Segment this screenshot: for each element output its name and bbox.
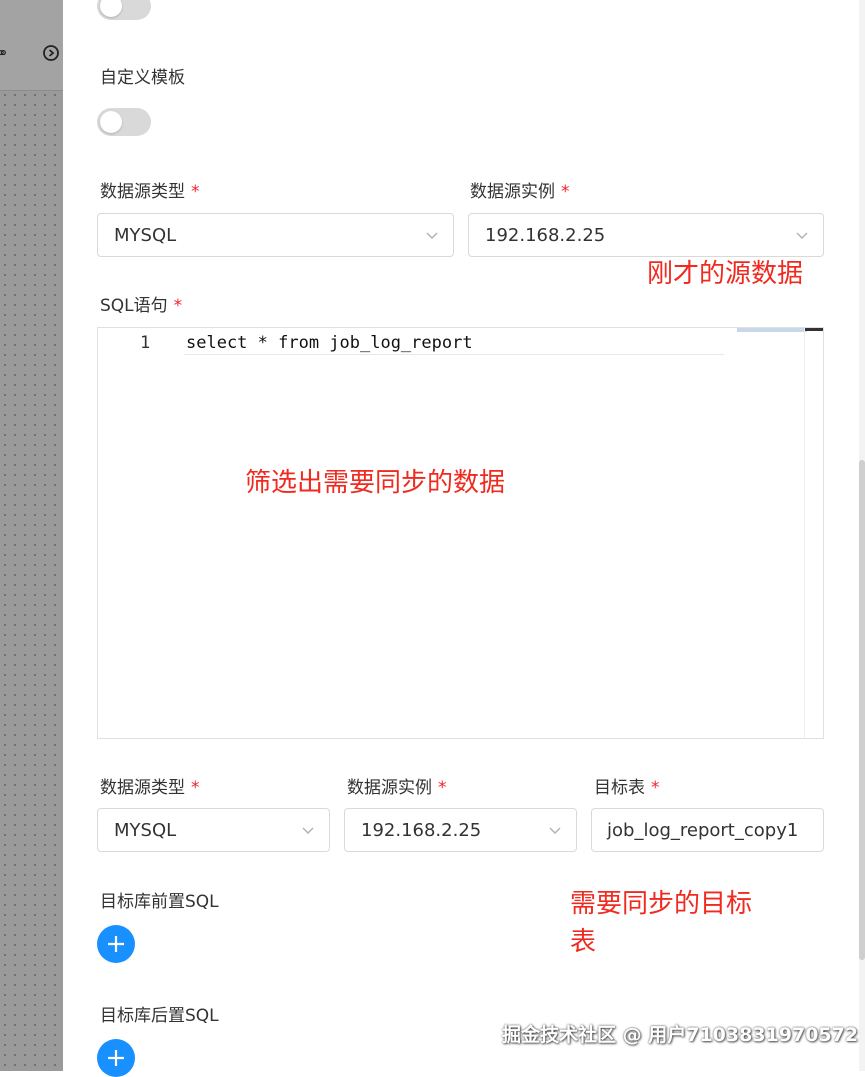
line-number: 1 — [140, 333, 151, 353]
source-instance-label: 数据源实例 * — [470, 182, 570, 202]
watermark-text: 掘金技术社区 @ 用户7103831970572 — [502, 1024, 859, 1046]
toggle-knob — [100, 111, 122, 133]
required-mark: * — [438, 778, 447, 798]
annotation-target-note-cont: 表 — [570, 927, 597, 957]
sql-editor[interactable]: 1 select * from job_log_report — [97, 327, 824, 739]
chevron-down-icon — [302, 827, 314, 834]
sql-code-line[interactable]: select * from job_log_report — [186, 333, 473, 353]
share-icon[interactable]: ⚭ — [0, 44, 9, 62]
add-post-sql-button[interactable] — [97, 1039, 135, 1077]
chevron-down-icon — [796, 232, 808, 239]
annotation-sql-note: 筛选出需要同步的数据 — [245, 468, 506, 498]
custom-template-toggle[interactable] — [97, 108, 151, 136]
editor-scroll-marker — [805, 328, 823, 331]
chevron-down-icon — [549, 827, 561, 834]
source-instance-value: 192.168.2.25 — [485, 225, 606, 246]
target-type-value: MYSQL — [114, 820, 177, 841]
source-type-label: 数据源类型 * — [100, 182, 200, 202]
previous-toggle[interactable] — [97, 0, 151, 20]
target-type-select[interactable]: MYSQL — [97, 808, 330, 852]
post-sql-label: 目标库后置SQL — [100, 1006, 219, 1026]
annotation-target-note: 需要同步的目标 — [570, 889, 753, 919]
target-type-label: 数据源类型 * — [100, 778, 200, 798]
plus-icon — [108, 1050, 124, 1066]
target-table-label: 目标表 * — [594, 778, 660, 798]
drawer-scroll-thumb[interactable] — [859, 460, 865, 960]
toggle-knob — [100, 0, 122, 17]
plus-icon — [108, 936, 124, 952]
drawer-scrollbar[interactable] — [859, 0, 865, 1071]
required-mark: * — [173, 296, 183, 316]
add-pre-sql-button[interactable] — [97, 925, 135, 963]
required-mark: * — [651, 778, 660, 798]
pre-sql-label: 目标库前置SQL — [100, 892, 219, 912]
target-table-value: job_log_report_copy1 — [607, 820, 799, 841]
required-mark: * — [191, 778, 200, 798]
required-mark: * — [561, 182, 570, 202]
annotation-source-note: 刚才的源数据 — [647, 259, 804, 289]
target-instance-select[interactable]: 192.168.2.25 — [344, 808, 577, 852]
source-type-value: MYSQL — [114, 225, 177, 246]
sql-label: SQL语句 * — [100, 296, 183, 316]
source-type-select[interactable]: MYSQL — [97, 213, 454, 257]
chevron-down-icon — [426, 232, 438, 239]
play-circle-icon[interactable] — [42, 44, 60, 66]
workflow-canvas-mask: ⚭ — [0, 0, 63, 1071]
editor-scrollbar[interactable] — [804, 328, 823, 738]
target-table-input[interactable]: job_log_report_copy1 — [591, 808, 824, 852]
custom-template-label: 自定义模板 — [100, 68, 185, 88]
editor-minimap[interactable] — [737, 328, 807, 332]
target-instance-value: 192.168.2.25 — [361, 820, 482, 841]
canvas-toolbar: ⚭ — [0, 0, 63, 91]
source-instance-select[interactable]: 192.168.2.25 — [468, 213, 824, 257]
required-mark: * — [191, 182, 200, 202]
target-instance-label: 数据源实例 * — [347, 778, 447, 798]
